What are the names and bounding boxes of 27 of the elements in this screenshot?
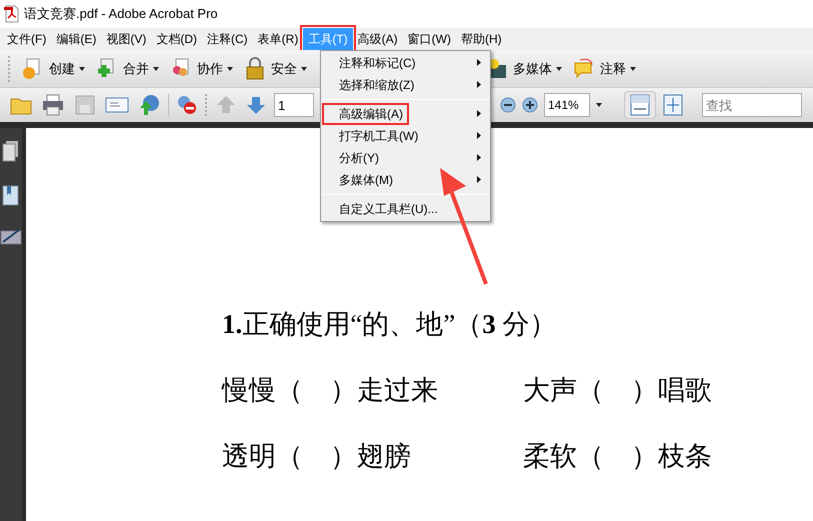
menu-item[interactable]: 视图(V) xyxy=(101,28,152,50)
menu-item[interactable]: 文档(D) xyxy=(151,28,202,50)
menu-item[interactable]: 分析(Y) xyxy=(321,147,490,169)
menu-item[interactable]: 高级(A) xyxy=(352,28,403,50)
fill-in-phrase: 大声（ ）唱歌 xyxy=(523,374,713,407)
question-heading: 1.正确使用“的、地”（3 分） xyxy=(222,308,558,341)
menu-item[interactable]: 注释(C) xyxy=(202,28,253,50)
menu-item[interactable]: 文件(F) xyxy=(2,28,52,50)
menu-item[interactable]: 表单(R) xyxy=(252,28,304,50)
menu-item[interactable]: 编辑(E) xyxy=(51,28,102,50)
menu-item[interactable]: 窗口(W) xyxy=(402,28,456,50)
toolbar-button[interactable]: 创建 xyxy=(21,56,85,80)
fill-in-phrase: 慢慢（ ）走过来 xyxy=(222,374,439,407)
toolbar-button[interactable]: 注释 xyxy=(572,56,636,80)
page-number-field[interactable]: 1 xyxy=(274,93,314,117)
toolbar-button[interactable]: 安全 xyxy=(243,56,307,80)
toolbar-button[interactable]: 协作 xyxy=(169,56,233,80)
menu-item[interactable]: 多媒体(M) xyxy=(321,169,490,191)
toolbar-button[interactable]: 合并 xyxy=(95,56,159,80)
menu-item[interactable]: 打字机工具(W) xyxy=(321,125,490,147)
menu-item[interactable]: 自定义工具栏(U)... xyxy=(321,198,490,220)
zoom-field[interactable]: 141% xyxy=(544,93,590,117)
menu-item[interactable]: 帮助(H) xyxy=(456,28,507,50)
search-field[interactable]: 查找 xyxy=(702,93,802,117)
fill-in-phrase: 柔软（ ）枝条 xyxy=(523,440,713,473)
window-title: 语文竞赛.pdf - Adobe Acrobat Pro xyxy=(24,5,218,24)
fill-in-phrase: 透明（ ）翅膀 xyxy=(222,440,412,473)
